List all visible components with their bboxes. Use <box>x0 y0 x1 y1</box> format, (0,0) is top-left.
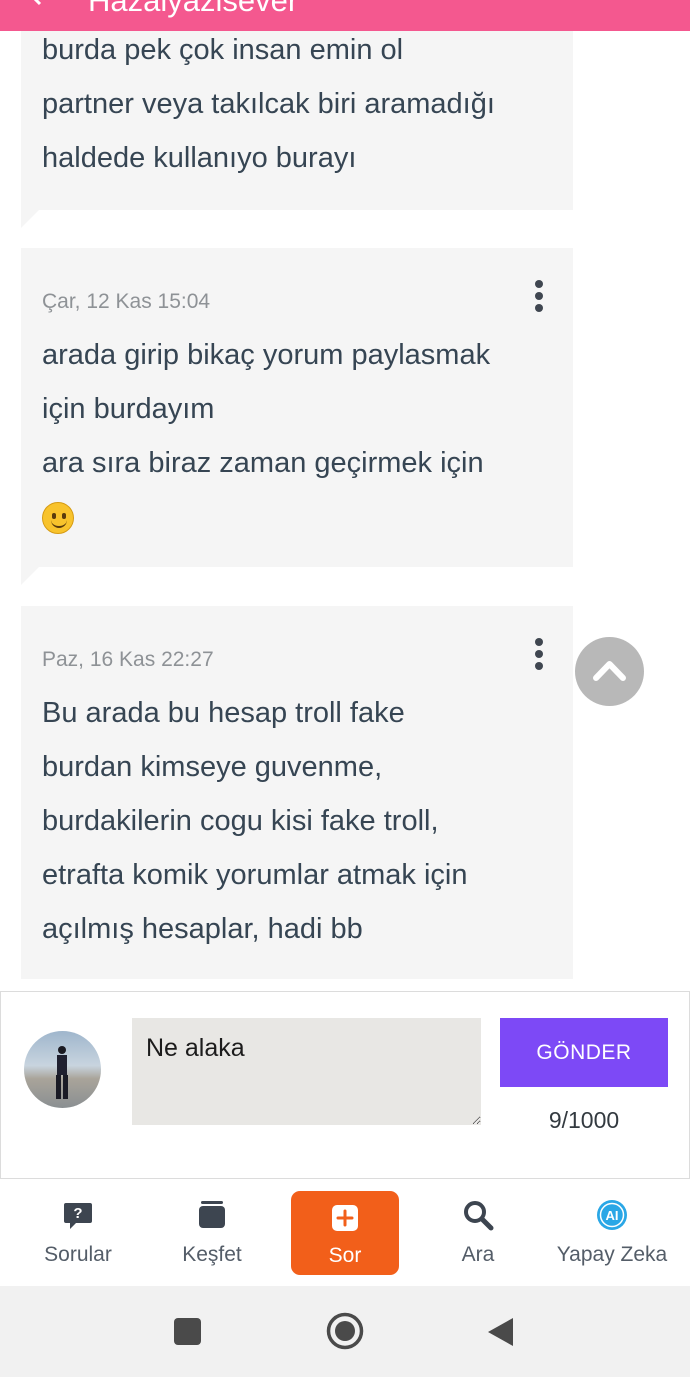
message-body: burda pek çok insan emin ol partner veya… <box>42 31 555 185</box>
app-bar: Hazalyazisever <box>0 0 690 31</box>
message-line: Bu arada bu hesap troll fake <box>42 697 405 729</box>
message-date: Paz, 16 Kas 22:27 <box>42 648 214 671</box>
message-line: arada girip bikaç yorum paylasmak <box>42 339 491 371</box>
avatar[interactable] <box>24 1031 101 1108</box>
message-line: burda pek çok insan emin ol <box>42 34 404 66</box>
page-title: Hazalyazisever <box>88 0 299 18</box>
bubble-tail <box>21 567 39 585</box>
scroll-to-top-button[interactable] <box>575 637 644 706</box>
system-navigation-bar <box>0 1286 690 1377</box>
send-button[interactable]: GÖNDER <box>500 1018 668 1087</box>
svg-text:AI: AI <box>606 1208 619 1223</box>
message-line: burdakilerin cogu kisi fake troll, <box>42 805 439 837</box>
tab-label: Sor <box>328 1244 362 1267</box>
tab-ara[interactable]: Ara <box>422 1179 534 1286</box>
tab-label: Sorular <box>44 1243 112 1266</box>
smiley-emoji-icon <box>42 502 74 535</box>
back-triangle-icon[interactable] <box>486 1316 515 1348</box>
tab-sorular[interactable]: ? Sorular <box>22 1179 134 1286</box>
back-arrow-icon[interactable] <box>30 0 52 8</box>
svg-text:?: ? <box>73 1205 82 1222</box>
message-body: Bu arada bu hesap troll fake burdan kims… <box>42 686 555 956</box>
message-body: arada girip bikaç yorum paylasmak için b… <box>42 328 555 544</box>
ai-badge-icon: AI <box>597 1200 627 1230</box>
reply-input[interactable]: Ne alaka <box>132 1018 481 1125</box>
message-bubble: Çar, 12 Kas 15:04 arada girip bikaç yoru… <box>21 248 573 585</box>
message-bubble: Paz, 16 Kas 22:27 Bu arada bu hesap trol… <box>21 606 573 979</box>
tab-sor[interactable]: Sor <box>291 1191 399 1275</box>
message-line: ara sıra biraz zaman geçirmek için <box>42 447 484 479</box>
bubble-tail <box>21 210 39 228</box>
message-line: haldede kullanıyo burayı <box>42 142 357 174</box>
message-line: etrafta komik yorumlar atmak için <box>42 859 468 891</box>
chevron-up-icon <box>593 661 626 681</box>
plus-square-icon <box>332 1205 358 1231</box>
home-circle-icon[interactable] <box>326 1312 364 1350</box>
more-options-icon[interactable] <box>533 638 545 674</box>
bottom-tab-bar: ? Sorular Keşfet Sor Ara AI Yapay Zeka <box>0 1179 690 1286</box>
tab-label: Yapay Zeka <box>556 1243 668 1266</box>
magnifier-icon <box>464 1201 494 1231</box>
message-line: burdan kimseye guvenme, <box>42 751 383 783</box>
message-line: partner veya takılcak biri aramadığı <box>42 88 495 120</box>
question-bubble-icon: ? <box>64 1203 92 1229</box>
recents-square-icon[interactable] <box>173 1317 202 1346</box>
reply-composer: Ne alaka GÖNDER 9/1000 <box>0 991 690 1179</box>
message-feed[interactable]: burda pek çok insan emin ol partner veya… <box>0 31 690 991</box>
tab-label: Keşfet <box>182 1243 242 1266</box>
cards-stack-icon <box>199 1201 225 1228</box>
person-photo <box>56 1046 68 1099</box>
message-bubble: burda pek çok insan emin ol partner veya… <box>21 31 573 228</box>
tab-kesfet[interactable]: Keşfet <box>156 1179 268 1286</box>
message-date: Çar, 12 Kas 15:04 <box>42 290 211 313</box>
character-counter: 9/1000 <box>548 1107 620 1133</box>
message-line: için burdayım <box>42 393 215 425</box>
more-options-icon[interactable] <box>533 280 545 316</box>
message-line: açılmış hesaplar, hadi bb <box>42 913 363 945</box>
tab-yapay-zeka[interactable]: AI Yapay Zeka <box>548 1179 676 1286</box>
tab-label: Ara <box>461 1243 495 1266</box>
